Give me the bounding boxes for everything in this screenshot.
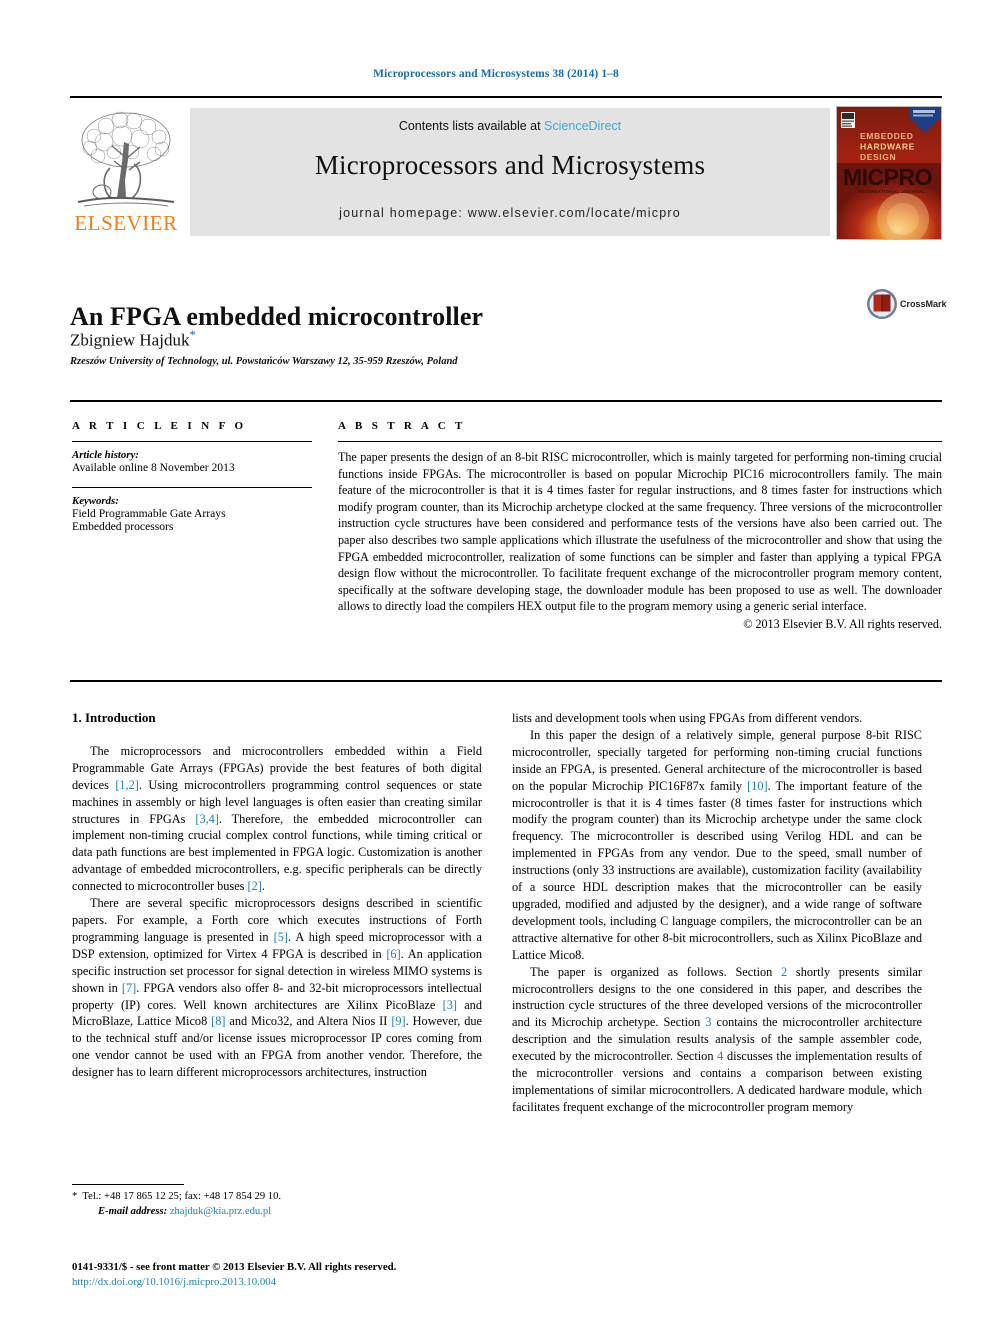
footnote-block: * Tel.: +48 17 865 12 25; fax: +48 17 85… <box>72 1184 482 1219</box>
citation-ref[interactable]: [6] <box>386 947 400 961</box>
contents-lists-line: Contents lists available at ScienceDirec… <box>190 119 830 133</box>
footnote-tel-text: Tel.: +48 17 865 12 25; fax: +48 17 854 … <box>82 1191 282 1202</box>
section-heading-introduction: 1. Introduction <box>72 710 156 725</box>
article-info-block: A R T I C L E I N F O Article history: A… <box>72 420 312 539</box>
article-history-value: Available online 8 November 2013 <box>72 461 235 474</box>
running-head: Microprocessors and Microsystems 38 (201… <box>373 68 619 80</box>
citation-ref[interactable]: [1,2] <box>115 778 139 792</box>
email-link[interactable]: zhajduk@kia.prz.edu.pl <box>170 1206 271 1217</box>
svg-text:MICPRO: MICPRO <box>843 164 932 190</box>
contents-prefix: Contents lists available at <box>398 119 545 133</box>
svg-text:DESIGN: DESIGN <box>860 152 896 162</box>
imprint-line: 0141-9331/$ - see front matter © 2013 El… <box>72 1261 397 1273</box>
citation-ref[interactable]: [8] <box>211 1014 225 1028</box>
abstract-block: A B S T R A C T The paper presents the d… <box>338 420 942 632</box>
body-column-left: 1. Introduction The microprocessors and … <box>72 710 482 1081</box>
footnote-marker: * <box>72 1191 78 1202</box>
doi-link[interactable]: http://dx.doi.org/10.1016/j.micpro.2013.… <box>72 1275 572 1290</box>
footnote-tel: * Tel.: +48 17 865 12 25; fax: +48 17 85… <box>72 1190 482 1205</box>
citation-ref[interactable]: [9] <box>391 1014 405 1028</box>
journal-cover-image: EMBEDDED HARDWARE DESIGN MICPRO INTERNAT… <box>836 106 942 240</box>
sciencedirect-link[interactable]: ScienceDirect <box>544 119 621 133</box>
journal-homepage-link[interactable]: journal homepage: www.elsevier.com/locat… <box>190 206 830 220</box>
author-name: Zbigniew Hajduk* <box>70 327 196 351</box>
paper-page: Microprocessors and Microsystems 38 (201… <box>0 0 992 1323</box>
citation-ref[interactable]: [5] <box>274 930 288 944</box>
crossmark-label: CrossMark <box>900 299 947 309</box>
journal-masthead: ELSEVIER Contents lists available at Sci… <box>70 96 942 244</box>
article-history: Article history: Available online 8 Nove… <box>72 449 312 474</box>
citation-ref[interactable]: [2] <box>248 879 262 893</box>
paragraph: The paper is organized as follows. Secti… <box>512 964 922 1116</box>
keywords-block: Keywords: Field Programmable Gate Arrays… <box>72 495 312 533</box>
footnote-email: E-mail address: zhajduk@kia.prz.edu.pl <box>72 1205 482 1220</box>
paragraph: The microprocessors and microcontrollers… <box>72 743 482 895</box>
paragraph-continuation: lists and development tools when using F… <box>512 711 863 725</box>
elsevier-logo: ELSEVIER <box>70 106 182 238</box>
article-info-rule <box>72 441 312 442</box>
author-label: Zbigniew Hajduk <box>70 330 190 350</box>
journal-title: Microprocessors and Microsystems <box>314 150 706 180</box>
text-run: The paper is organized as follows. Secti… <box>530 964 782 979</box>
divider-below-abstract <box>70 680 942 682</box>
journal-banner: Contents lists available at ScienceDirec… <box>190 108 830 236</box>
article-info-heading: A R T I C L E I N F O <box>72 420 247 432</box>
keyword-item: Embedded processors <box>72 520 174 533</box>
keyword-item: Field Programmable Gate Arrays <box>72 507 226 520</box>
citation-ref[interactable]: [10] <box>747 779 768 793</box>
crossmark-icon <box>867 289 897 319</box>
abstract-heading: A B S T R A C T <box>338 420 466 432</box>
paragraph: In this paper the design of a relatively… <box>512 727 922 964</box>
svg-text:EMBEDDED: EMBEDDED <box>860 131 913 141</box>
crossmark-badge[interactable]: CrossMark <box>866 288 947 324</box>
author-affiliation: Rzeszów University of Technology, ul. Po… <box>70 356 458 367</box>
imprint-block: 0141-9331/$ - see front matter © 2013 El… <box>72 1260 572 1289</box>
abstract-copyright: © 2013 Elsevier B.V. All rights reserved… <box>743 616 942 631</box>
abstract-rule <box>338 441 942 442</box>
citation-ref[interactable]: [3,4] <box>195 812 219 826</box>
footnote-email-label: E-mail address: <box>98 1205 168 1217</box>
elsevier-tree-icon <box>77 111 175 207</box>
text-run: and Mico32, and Altera Nios II <box>225 1014 392 1029</box>
text-run: . <box>261 879 265 894</box>
svg-text:INTERNATIONAL JOURNAL: INTERNATIONAL JOURNAL <box>859 189 925 194</box>
corresponding-author-marker: * <box>189 327 196 342</box>
elsevier-wordmark: ELSEVIER <box>74 211 178 235</box>
footnote-rule <box>72 1184 184 1185</box>
citation-ref[interactable]: [3] <box>443 998 457 1012</box>
keywords-label: Keywords: <box>72 495 119 507</box>
micpro-cover-art: EMBEDDED HARDWARE DESIGN MICPRO INTERNAT… <box>837 107 941 239</box>
text-run: . The important feature of the microcont… <box>512 778 922 962</box>
abstract-text: The paper presents the design of an 8-bi… <box>338 450 942 614</box>
keywords-rule <box>72 487 312 488</box>
svg-text:HARDWARE: HARDWARE <box>860 142 915 152</box>
paragraph: There are several specific microprocesso… <box>72 895 482 1081</box>
article-history-label: Article history: <box>72 449 139 461</box>
citation-ref[interactable]: [7] <box>122 981 136 995</box>
divider-above-abstract <box>70 400 942 402</box>
body-column-right: lists and development tools when using F… <box>512 710 922 1116</box>
